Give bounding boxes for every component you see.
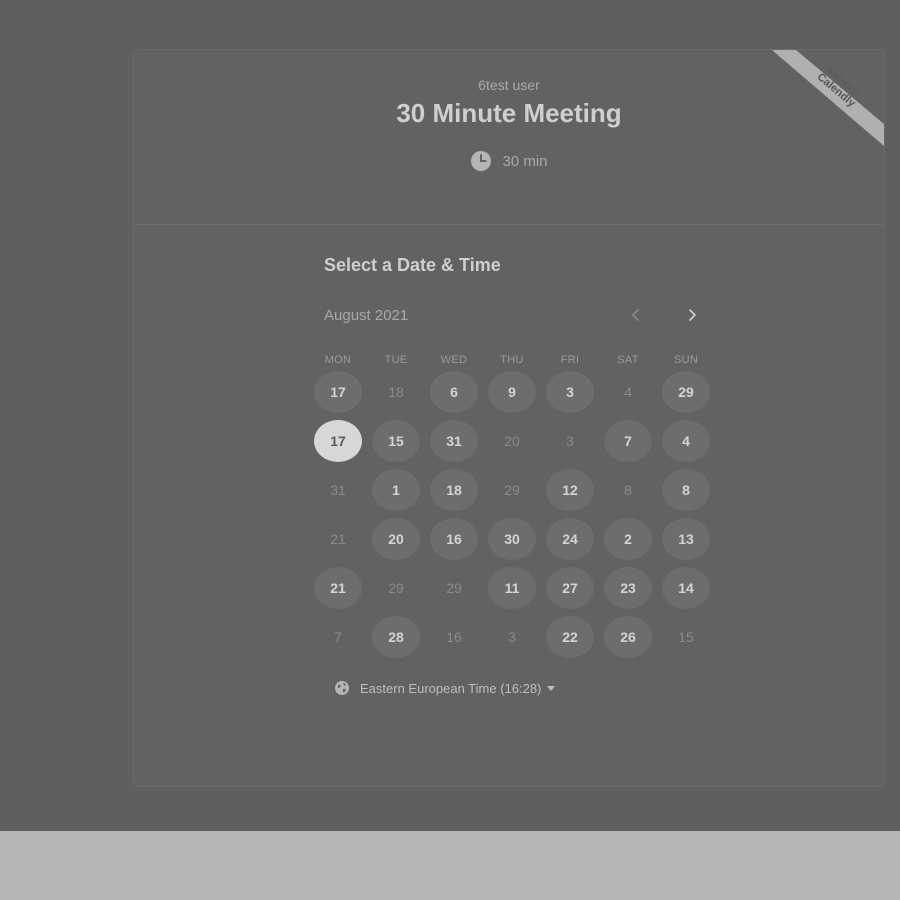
calendar-grid: 17 18 6 9 3 4 29 17 15 31 20 3 7 4 31 1 18 29 12 8 8 21 20 16 30…: [309, 371, 715, 665]
available-day[interactable]: 9: [488, 371, 536, 413]
available-day[interactable]: 8: [662, 469, 710, 511]
available-day[interactable]: 12: [546, 469, 594, 511]
available-day[interactable]: 28: [372, 616, 420, 658]
weekday-mon: MON: [324, 354, 352, 366]
unavailable-day: 29: [446, 580, 462, 596]
available-day[interactable]: 17: [314, 371, 362, 413]
timezone-selector[interactable]: Eastern European Time (16:28): [334, 680, 556, 696]
available-day[interactable]: 20: [372, 518, 420, 560]
page-background: 6test user 30 Minute Meeting 30 min POWE…: [0, 0, 900, 831]
unavailable-day: 4: [624, 384, 632, 400]
available-day[interactable]: 3: [546, 371, 594, 413]
unavailable-day: 3: [508, 629, 516, 645]
weekday-wed: WED: [440, 354, 468, 366]
prev-month-button[interactable]: [622, 302, 650, 330]
booking-card: 6test user 30 Minute Meeting 30 min POWE…: [133, 49, 885, 787]
available-day[interactable]: 13: [662, 518, 710, 560]
caret-down-icon: [547, 685, 556, 691]
weekday-sun: SUN: [673, 354, 699, 366]
available-day[interactable]: 14: [662, 567, 710, 609]
available-day[interactable]: 16: [430, 518, 478, 560]
available-day[interactable]: 31: [430, 420, 478, 462]
duration-label: 30 min: [502, 152, 548, 170]
available-day[interactable]: 18: [430, 469, 478, 511]
available-day[interactable]: 4: [662, 420, 710, 462]
weekday-thu: THU: [500, 354, 524, 366]
available-day[interactable]: 15: [372, 420, 420, 462]
selected-day[interactable]: 17: [314, 420, 362, 462]
available-day[interactable]: 22: [546, 616, 594, 658]
available-day[interactable]: 1: [372, 469, 420, 511]
available-day[interactable]: 7: [604, 420, 652, 462]
next-month-button[interactable]: [678, 302, 706, 330]
unavailable-day: 20: [504, 433, 520, 449]
chevron-right-icon: [687, 306, 697, 327]
powered-by-calendly-badge[interactable]: POWERED BY Calendly: [772, 50, 884, 146]
available-day[interactable]: 29: [662, 371, 710, 413]
section-title: Select a Date & Time: [324, 255, 501, 275]
weekday-fri: FRI: [560, 354, 580, 366]
unavailable-day: 31: [330, 482, 346, 498]
available-day[interactable]: 6: [430, 371, 478, 413]
available-day[interactable]: 26: [604, 616, 652, 658]
unavailable-day: 29: [388, 580, 404, 596]
available-day[interactable]: 11: [488, 567, 536, 609]
event-duration: 30 min: [134, 150, 884, 172]
unavailable-day: 18: [388, 384, 404, 400]
globe-icon: [334, 680, 350, 696]
available-day[interactable]: 2: [604, 518, 652, 560]
weekday-tue: TUE: [384, 354, 408, 366]
month-label: August 2021: [324, 307, 409, 324]
unavailable-day: 16: [446, 629, 462, 645]
unavailable-day: 15: [678, 629, 694, 645]
timezone-label: Eastern European Time (16:28): [360, 680, 542, 696]
chevron-left-icon: [631, 306, 641, 327]
available-day[interactable]: 30: [488, 518, 536, 560]
unavailable-day: 7: [334, 629, 342, 645]
weekday-header: MON TUE WED THU FRI SAT SUN: [309, 354, 715, 370]
available-day[interactable]: 27: [546, 567, 594, 609]
clock-icon: [470, 150, 492, 172]
unavailable-day: 29: [504, 482, 520, 498]
available-day[interactable]: 24: [546, 518, 594, 560]
unavailable-day: 8: [624, 482, 632, 498]
unavailable-day: 3: [566, 433, 574, 449]
available-day[interactable]: 23: [604, 567, 652, 609]
unavailable-day: 21: [330, 531, 346, 547]
weekday-sat: SAT: [617, 354, 639, 366]
available-day[interactable]: 21: [314, 567, 362, 609]
